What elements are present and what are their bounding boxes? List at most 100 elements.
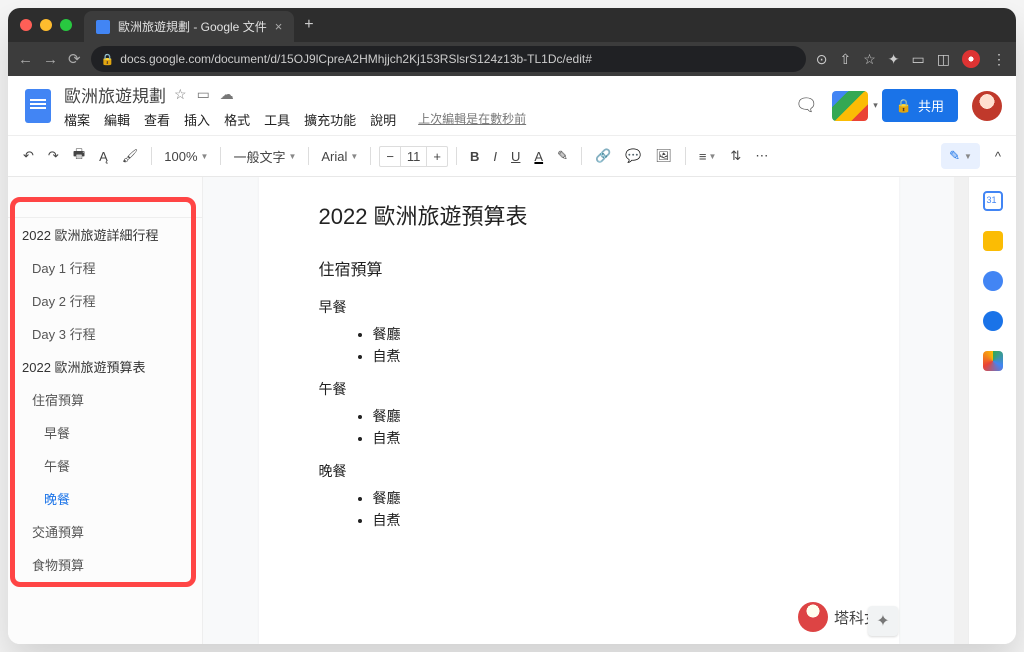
underline-button[interactable]: U [506,145,525,168]
lock-icon: 🔒 [101,53,115,66]
extensions-icon[interactable]: ✦ [888,51,900,68]
star-icon[interactable]: ☆ [174,86,187,103]
menu-format[interactable]: 格式 [224,110,250,129]
redo-icon[interactable]: ↷ [43,144,64,168]
bullet-list: 餐廳自煮 [319,405,839,450]
address-bar[interactable]: 🔒 docs.google.com/document/d/15OJ9lCpreA… [91,46,806,72]
side-panel-rail [968,177,1016,644]
italic-button[interactable]: I [488,145,502,168]
comment-history-icon[interactable]: 🗨 [795,95,818,116]
list-item: 餐廳 [373,405,839,427]
spellcheck-icon[interactable]: Ą [94,145,113,168]
menu-file[interactable]: 檔案 [64,110,90,129]
outline-item[interactable]: Day 2 行程 [8,284,202,317]
menu-bar: 檔案 編輯 查看 插入 格式 工具 擴充功能 說明 上次編輯是在數秒前 [64,110,526,129]
outline-item[interactable]: 交通預算 [8,515,202,548]
font-size-stepper[interactable]: − 11 + [379,146,448,167]
keep-icon[interactable] [983,231,1003,251]
outline-item[interactable]: 食物預算 [8,548,202,581]
menu-edit[interactable]: 編輯 [104,110,130,129]
browser-toolbar: ← → ⟳ 🔒 docs.google.com/document/d/15OJ9… [8,42,1016,76]
document-canvas[interactable]: 2022 歐洲旅遊預算表 住宿預算 早餐餐廳自煮午餐餐廳自煮晚餐餐廳自煮 塔科女… [203,177,954,644]
menu-insert[interactable]: 插入 [184,110,210,129]
search-icon[interactable]: ⊙ [816,51,828,68]
watermark-icon [798,602,828,632]
more-icon[interactable]: ⋯ [750,144,773,168]
paragraph-style-select[interactable]: 一般文字▼ [229,145,300,168]
bold-button[interactable]: B [465,145,484,168]
profile-avatar-icon[interactable] [962,50,980,68]
collapse-toolbar-icon[interactable]: ^ [990,145,1006,168]
docs-logo-icon[interactable] [22,86,54,126]
window-maximize[interactable] [60,19,72,31]
overflow-menu-icon[interactable]: ⋮ [992,51,1006,68]
increase-font-icon[interactable]: + [427,147,447,166]
paint-format-icon[interactable]: 🖌 [117,144,144,168]
menu-extensions[interactable]: 擴充功能 [304,110,356,129]
insert-link-icon[interactable]: 🔗 [590,144,616,168]
font-family-select[interactable]: Arial▼ [317,147,362,166]
menu-view[interactable]: 查看 [144,110,170,129]
window-close[interactable] [20,19,32,31]
outline-item[interactable]: 2022 歐洲旅遊詳細行程 [8,218,202,251]
insert-image-icon[interactable]: 🖼 [650,144,677,168]
outline-item[interactable]: 住宿預算 [8,383,202,416]
bookmark-icon[interactable]: ☆ [863,51,876,68]
close-icon[interactable]: × [275,19,283,34]
editing-mode-button[interactable]: ✎▼ [941,143,980,169]
line-spacing-icon[interactable]: ⇅ [725,144,746,168]
cast-icon[interactable]: ▭ [912,51,925,68]
decrease-font-icon[interactable]: − [380,147,400,166]
macos-title-bar: 歐洲旅遊規劃 - Google 文件 × + [8,8,1016,42]
align-icon[interactable]: ≡ ▼ [694,145,722,168]
explore-button[interactable]: ✦ [868,606,898,636]
heading-3: 早餐 [319,295,839,320]
nav-back-icon[interactable]: ← [18,51,33,68]
nav-forward-icon[interactable]: → [43,51,58,68]
meet-button[interactable] [832,91,868,121]
outline-item[interactable]: Day 3 行程 [8,317,202,350]
calendar-icon[interactable] [983,191,1003,211]
document-title[interactable]: 歐洲旅遊規劃 [64,82,166,107]
undo-icon[interactable]: ↶ [18,144,39,168]
scrollbar[interactable] [954,177,968,644]
new-tab-button[interactable]: + [304,16,313,34]
menu-tools[interactable]: 工具 [264,110,290,129]
insert-comment-icon[interactable]: 💬 [620,144,646,168]
menu-help[interactable]: 說明 [370,110,396,129]
nav-reload-icon[interactable]: ⟳ [68,50,81,68]
share-button[interactable]: 🔒 共用 [882,89,958,122]
highlight-color-icon[interactable]: ✎ [552,144,573,168]
browser-tab[interactable]: 歐洲旅遊規劃 - Google 文件 × [84,11,294,42]
tab-title: 歐洲旅遊規劃 - Google 文件 [118,18,267,35]
text-color-button[interactable]: A [529,145,548,168]
outline-collapse-icon[interactable]: ← [8,185,202,218]
list-item: 自煮 [373,427,839,449]
heading-1: 2022 歐洲旅遊預算表 [319,197,839,237]
bullet-list: 餐廳自煮 [319,487,839,532]
outline-item[interactable]: 2022 歐洲旅遊預算表 [8,350,202,383]
window-minimize[interactable] [40,19,52,31]
print-icon[interactable]: 🖶 [68,141,90,171]
heading-3: 午餐 [319,377,839,402]
share-icon[interactable]: ⇧ [840,51,852,68]
outline-item[interactable]: 早餐 [8,416,202,449]
outline-item[interactable]: 午餐 [8,449,202,482]
zoom-select[interactable]: 100%▼ [160,147,212,166]
tasks-icon[interactable] [983,271,1003,291]
outline-item[interactable]: Day 1 行程 [8,251,202,284]
contacts-icon[interactable] [983,311,1003,331]
outline-item[interactable]: 晚餐 [8,482,202,515]
last-edit-status[interactable]: 上次編輯是在數秒前 [418,110,526,129]
panel-icon[interactable]: ◫ [937,51,950,68]
account-avatar[interactable] [972,91,1002,121]
heading-2: 住宿預算 [319,257,839,286]
list-item: 餐廳 [373,487,839,509]
pencil-icon: ✎ [949,148,960,164]
document-page[interactable]: 2022 歐洲旅遊預算表 住宿預算 早餐餐廳自煮午餐餐廳自煮晚餐餐廳自煮 [259,177,899,644]
move-icon[interactable]: ▭ [197,86,210,103]
maps-icon[interactable] [983,351,1003,371]
lock-icon: 🔒 [896,98,912,114]
cloud-icon[interactable]: ☁ [220,86,234,103]
url-text: docs.google.com/document/d/15OJ9lCpreA2H… [120,52,592,66]
